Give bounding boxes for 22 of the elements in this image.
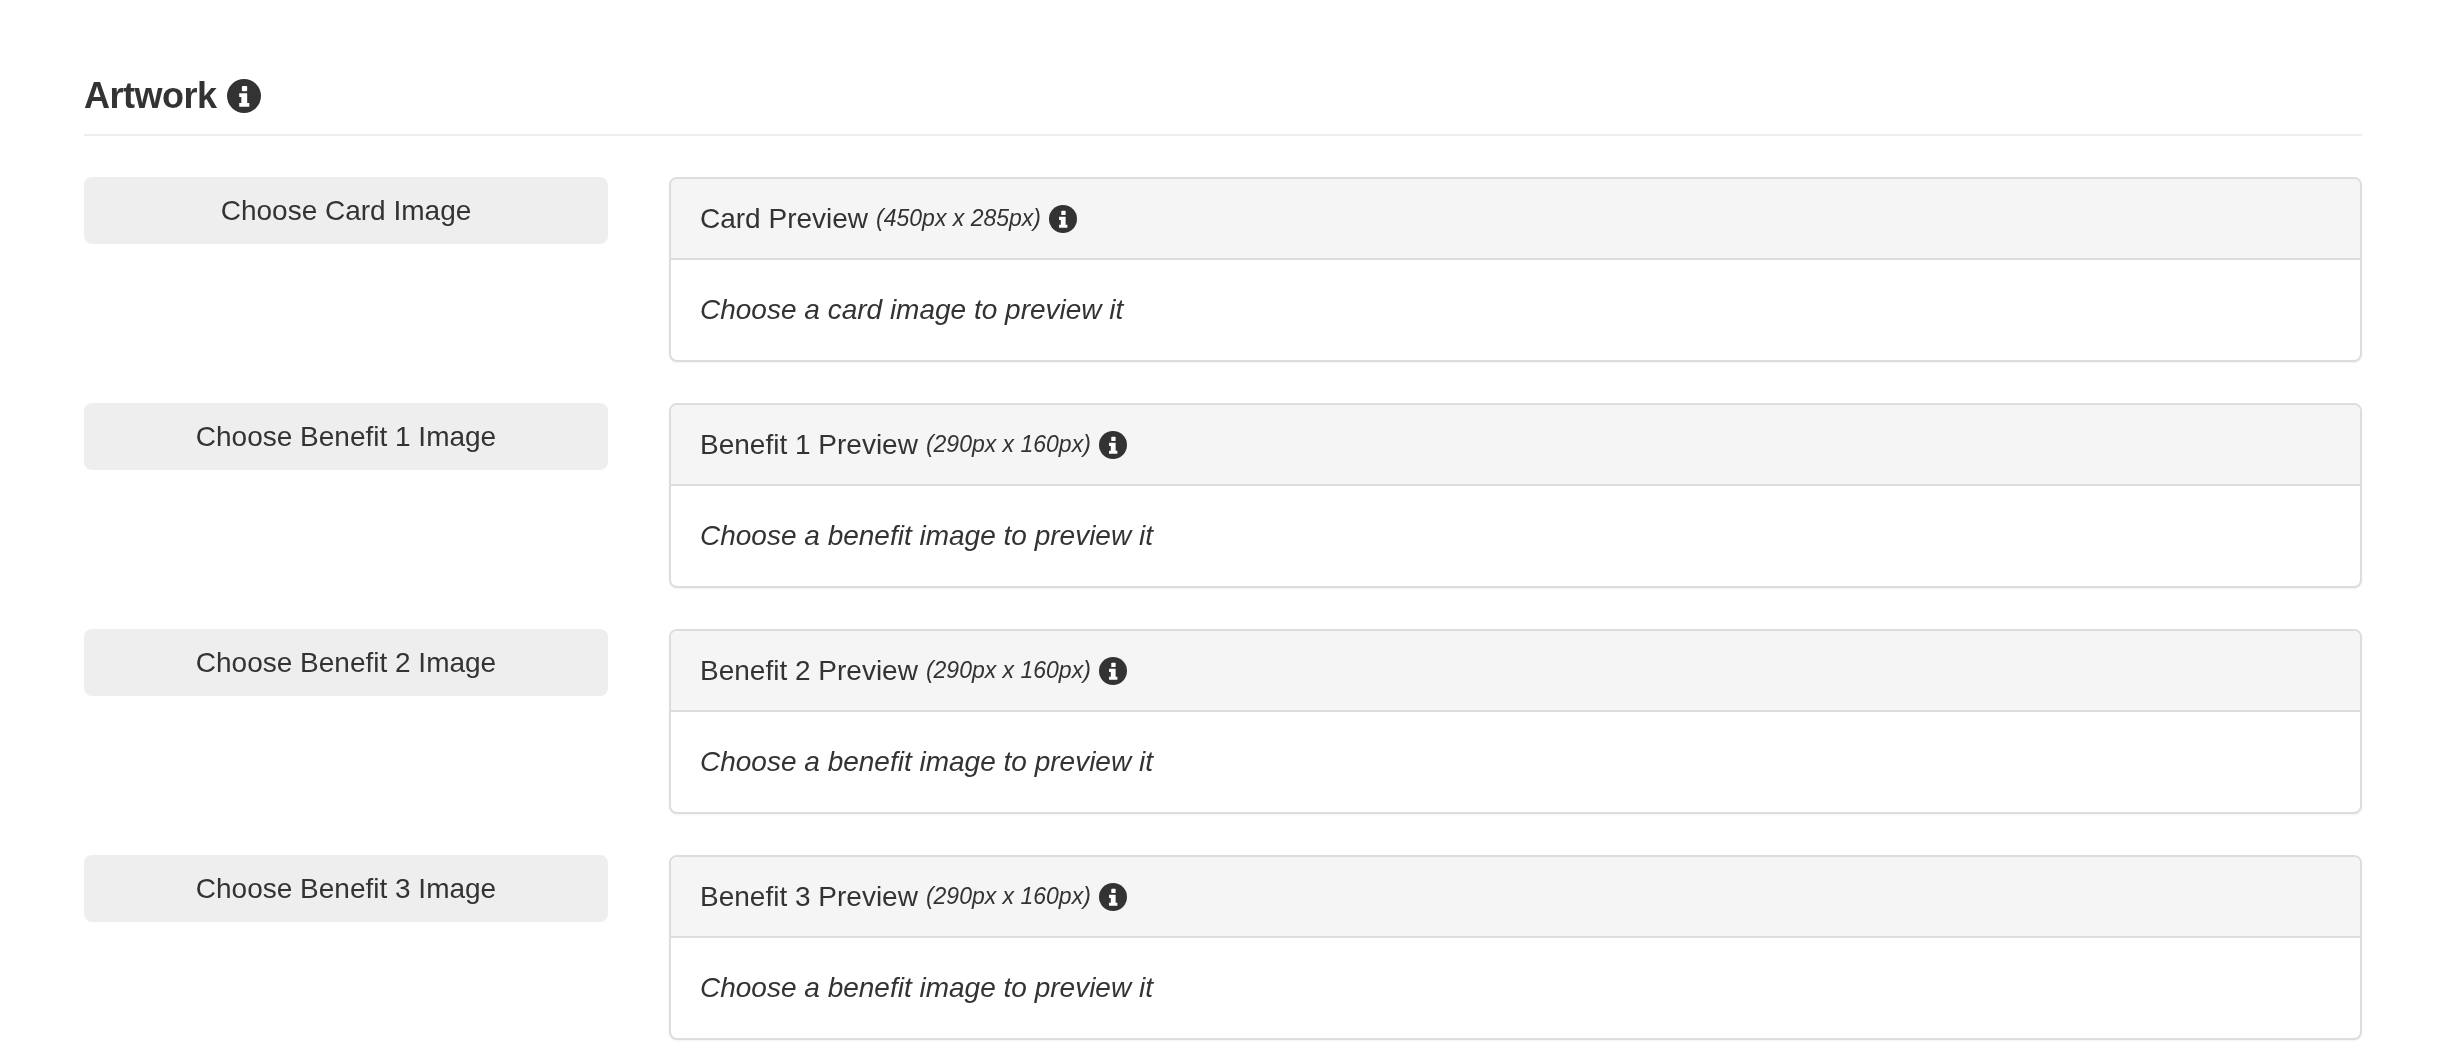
choose-image-button[interactable]: Choose Benefit 3 Image [84,855,608,922]
image-dimensions: (290px x 160px) [925,656,1091,686]
info-icon [1098,430,1127,459]
info-icon [1098,656,1127,685]
panel-title: Card Preview [700,201,869,236]
choose-image-button[interactable]: Choose Benefit 1 Image [84,403,608,470]
preview-placeholder-text: Choose a card image to preview it [700,293,1124,327]
info-icon [1098,882,1127,911]
image-dimensions: (450px x 285px) [876,204,1041,234]
panel-title: Benefit 1 Preview [700,427,918,462]
preview-placeholder-text: Choose a benefit image to preview it [700,745,1153,779]
panel-title: Benefit 2 Preview [700,653,918,688]
image-dimensions: (290px x 160px) [925,882,1091,912]
image-dimensions: (290px x 160px) [925,430,1091,460]
choose-image-button[interactable]: Choose Card Image [84,177,608,244]
section-title: Artwork [84,74,217,118]
panel-title: Benefit 3 Preview [700,879,918,914]
info-icon [226,79,261,113]
info-icon [1049,204,1077,233]
preview-placeholder-text: Choose a benefit image to preview it [700,519,1153,553]
preview-placeholder-text: Choose a benefit image to preview it [700,971,1153,1005]
choose-image-button[interactable]: Choose Benefit 2 Image [84,629,608,696]
